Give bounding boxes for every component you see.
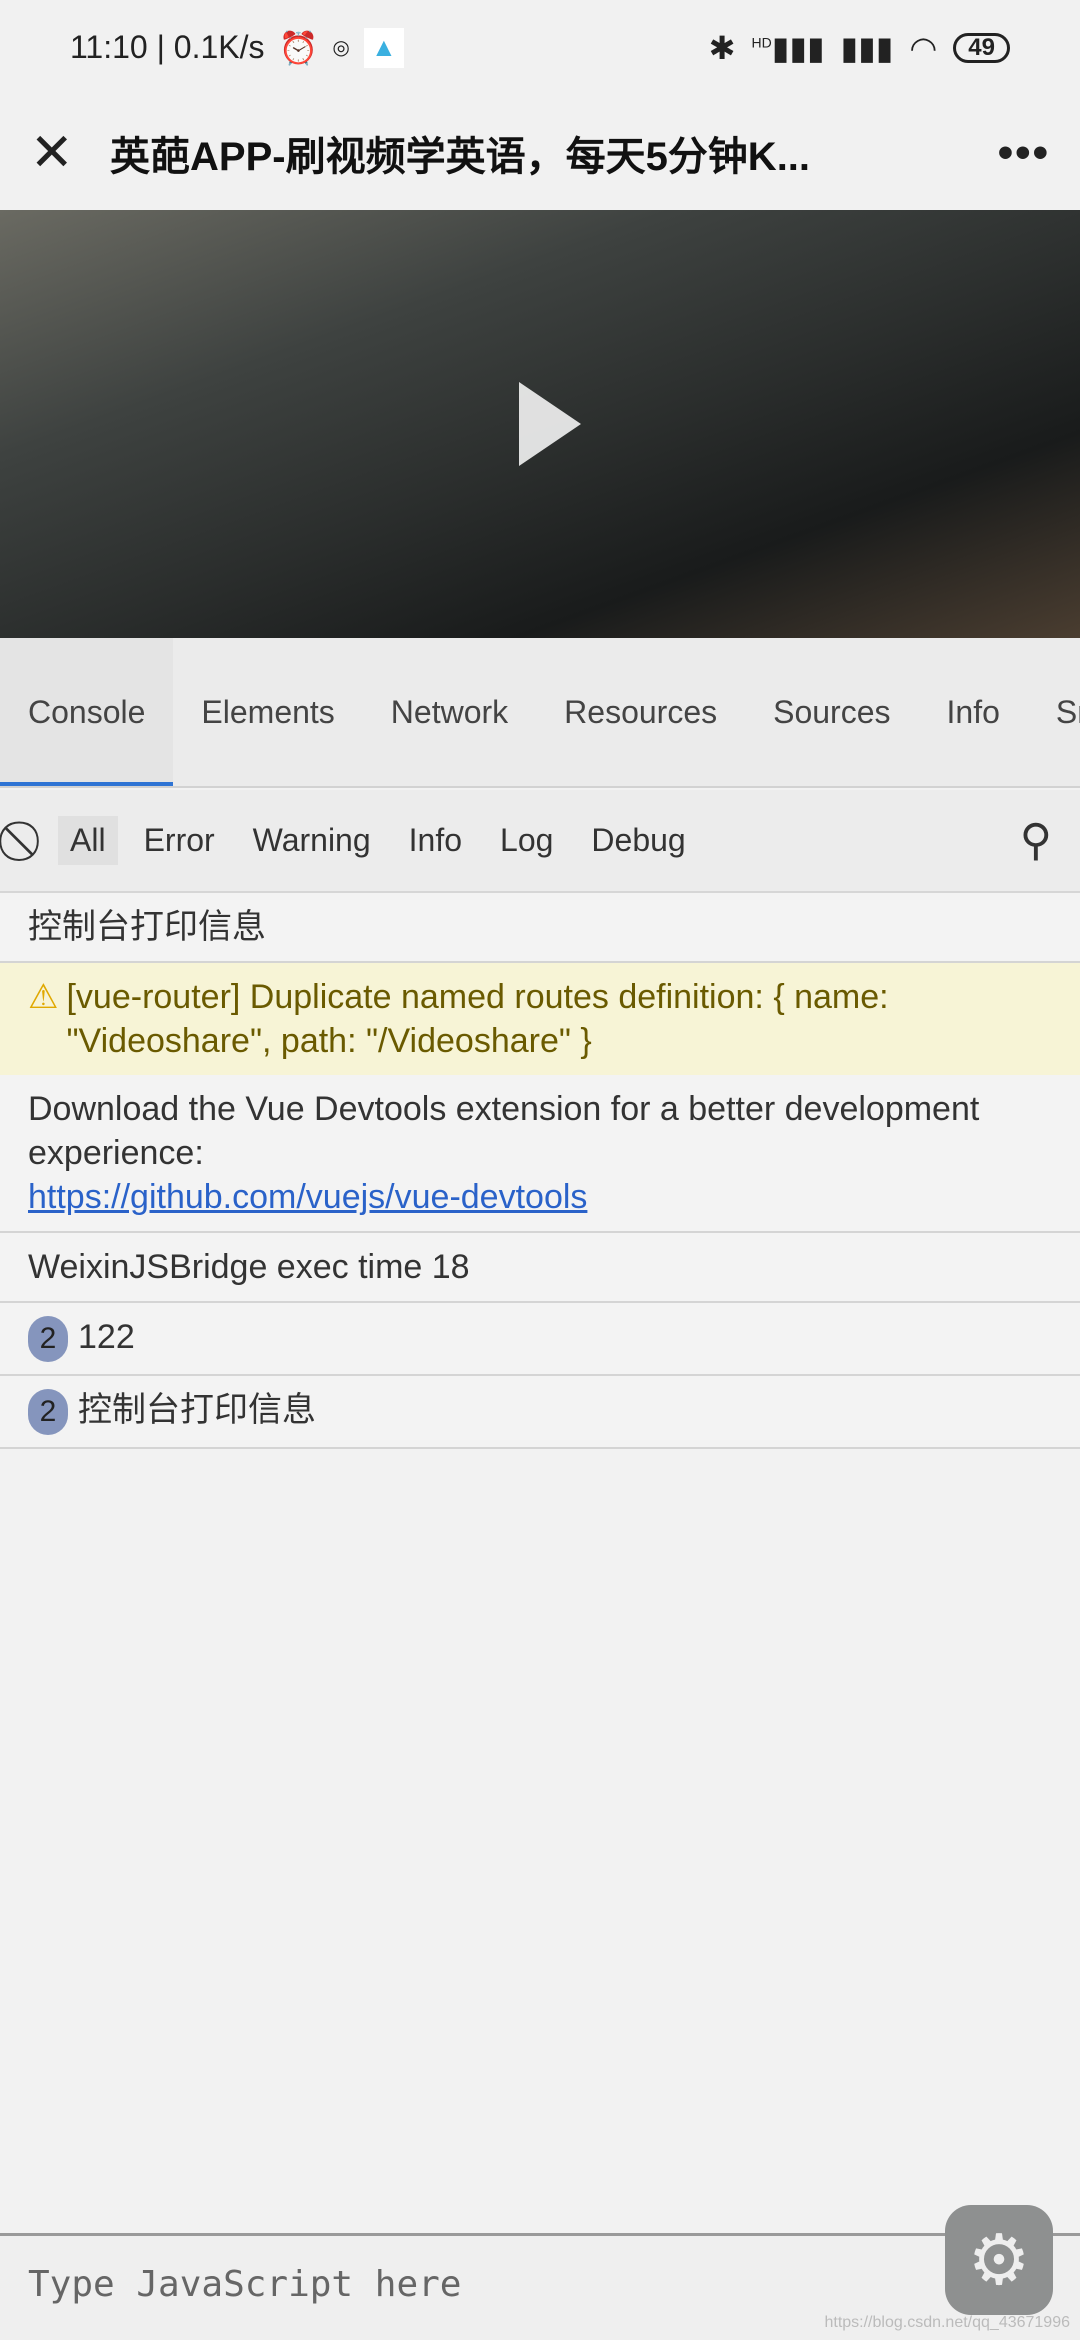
log-row: Download the Vue Devtools extension for …	[0, 1075, 1080, 1233]
title-bar: ✕ 英葩APP-刷视频学英语，每天5分钟K... •••	[0, 95, 1080, 210]
bluetooth-icon: ✱	[708, 29, 736, 66]
app-icon: ▲	[363, 27, 404, 68]
tab-sources[interactable]: Sources	[745, 638, 918, 786]
filter-error[interactable]: Error	[132, 816, 227, 865]
status-bar: 11:10 | 0.1K/s ⏰ ◎ ▲ ✱ HD▮▮▮ ▮▮▮ ◠ 49	[0, 0, 1080, 95]
repeat-count-badge: 2	[28, 1316, 68, 1363]
log-row: WeixinJSBridge exec time 18	[0, 1233, 1080, 1303]
tab-snippets[interactable]: Sn	[1028, 638, 1080, 786]
devtools-settings-icon[interactable]: ⚙	[945, 2205, 1053, 2315]
log-row: 2 控制台打印信息	[0, 1376, 1080, 1450]
log-text: Download the Vue Devtools extension for …	[28, 1090, 980, 1172]
console-log-list: 控制台打印信息 ⚠ [vue-router] Duplicate named r…	[0, 893, 1080, 1450]
wifi-icon: ◠	[909, 29, 938, 66]
log-text: 122	[78, 1318, 135, 1356]
signal-icon: HD▮▮▮	[751, 29, 825, 66]
tab-info[interactable]: Info	[919, 638, 1028, 786]
devtools-tabs: Console Elements Network Resources Sourc…	[0, 638, 1080, 788]
close-icon[interactable]: ✕	[30, 123, 110, 183]
tab-network[interactable]: Network	[363, 638, 536, 786]
watermark: https://blog.csdn.net/qq_43671996	[824, 2314, 1070, 2331]
log-row: 控制台打印信息	[0, 893, 1080, 963]
devtools-link[interactable]: https://github.com/vuejs/vue-devtools	[28, 1178, 587, 1216]
play-icon[interactable]	[519, 382, 581, 466]
warning-row: ⚠ [vue-router] Duplicate named routes de…	[0, 963, 1080, 1075]
console-filter-bar: ⃠ All Error Warning Info Log Debug ⚲	[0, 790, 1080, 893]
video-player[interactable]	[0, 210, 1080, 638]
filter-all[interactable]: All	[58, 816, 118, 865]
filter-log[interactable]: Log	[488, 816, 565, 865]
search-icon[interactable]: ⚲	[1020, 815, 1052, 866]
more-icon[interactable]: •••	[998, 128, 1050, 178]
signal-icon-2: ▮▮▮	[840, 29, 894, 66]
warning-icon: ⚠	[28, 978, 59, 1016]
battery-icon: 49	[953, 32, 1010, 63]
warning-text: [vue-router] Duplicate named routes defi…	[66, 978, 889, 1060]
tab-resources[interactable]: Resources	[536, 638, 745, 786]
tab-console[interactable]: Console	[0, 638, 174, 786]
tab-elements[interactable]: Elements	[173, 638, 362, 786]
time-speed: 11:10 | 0.1K/s	[70, 29, 265, 65]
page-title: 英葩APP-刷视频学英语，每天5分钟K...	[110, 134, 811, 179]
log-text: 控制台打印信息	[78, 1391, 316, 1430]
filter-debug[interactable]: Debug	[579, 816, 697, 865]
alarm-icon: ⏰	[278, 29, 319, 66]
notification-icon: ◎	[332, 37, 350, 59]
filter-info[interactable]: Info	[397, 816, 474, 865]
log-row: 2 122	[0, 1303, 1080, 1377]
repeat-count-badge: 2	[28, 1389, 68, 1436]
filter-warning[interactable]: Warning	[241, 816, 383, 865]
